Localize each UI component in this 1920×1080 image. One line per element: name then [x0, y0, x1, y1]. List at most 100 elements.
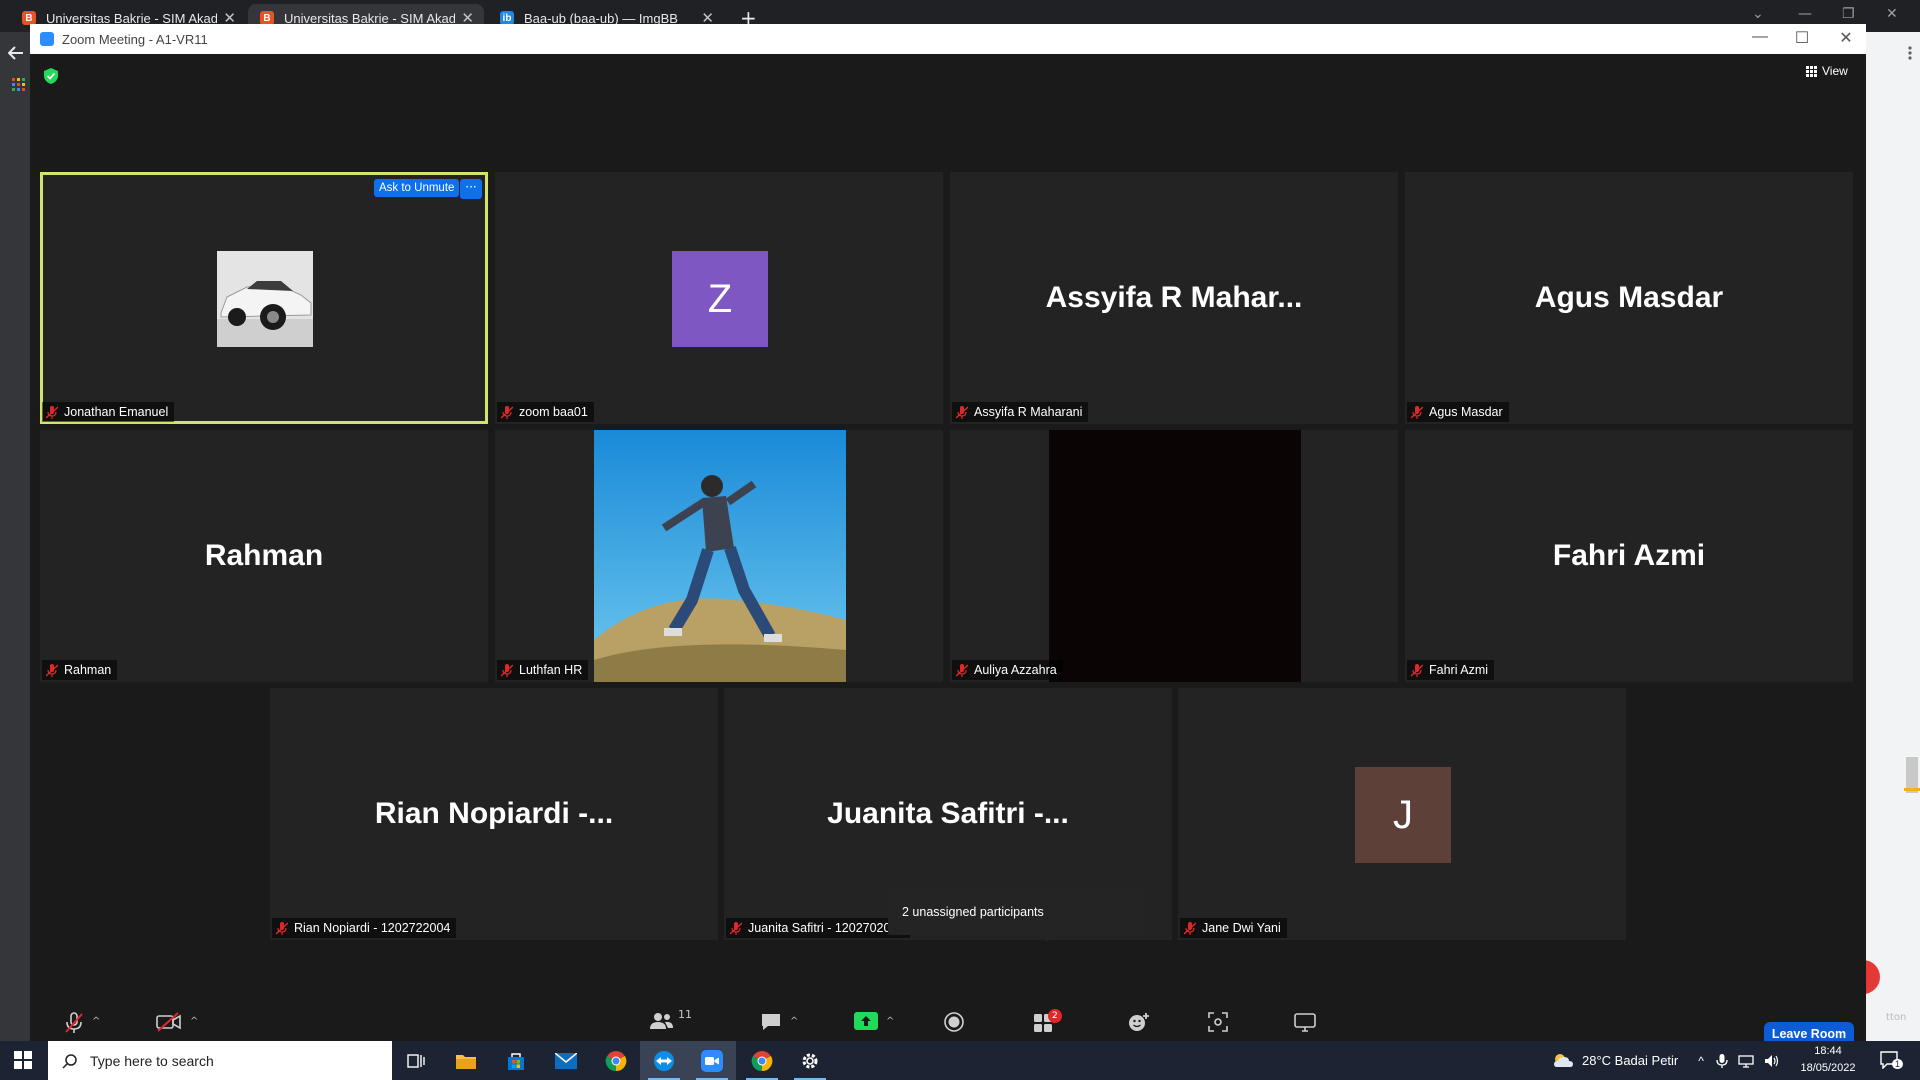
- focus-icon: [1208, 1012, 1228, 1032]
- share-options-chevron-icon[interactable]: ^: [886, 1016, 894, 1027]
- search-icon: [62, 1053, 77, 1069]
- page-scrollbar-area: [1866, 32, 1920, 1042]
- muted-mic-icon: [1411, 663, 1423, 677]
- browser-close-icon[interactable]: ✕: [1886, 6, 1898, 22]
- start-video-button[interactable]: ^: [156, 1012, 198, 1036]
- weather-text[interactable]: 28°C Badai Petir: [1582, 1053, 1678, 1068]
- participants-button[interactable]: 11: [650, 1008, 692, 1036]
- video-off-icon: [156, 1012, 181, 1032]
- participant-tile-jonathan[interactable]: Ask to Unmute ··· Jonathan Emanuel: [40, 172, 488, 424]
- chat-button[interactable]: ^: [760, 1012, 798, 1036]
- whiteboard-icon: [1294, 1013, 1316, 1032]
- participant-nametag: Juanita Safitri - 1202702004: [726, 918, 911, 938]
- microphone-icon[interactable]: [1716, 1053, 1728, 1069]
- weather-cloud-icon[interactable]: [1552, 1052, 1574, 1070]
- muted-mic-icon: [956, 663, 968, 677]
- participants-icon: [650, 1013, 673, 1029]
- clock-date: 18/05/2022: [1800, 1062, 1856, 1074]
- audio-options-chevron-icon[interactable]: ^: [92, 1016, 100, 1027]
- participant-nametag: Jane Dwi Yani: [1180, 918, 1287, 938]
- muted-mic-icon: [501, 405, 513, 419]
- participant-name: Agus Masdar: [1429, 405, 1503, 419]
- reactions-button[interactable]: [1128, 1012, 1150, 1036]
- system-tray: 28°C Badai Petir ^: [1552, 1041, 1780, 1080]
- settings-gear-icon[interactable]: [786, 1041, 834, 1080]
- network-icon[interactable]: [1738, 1054, 1754, 1068]
- muted-mic-icon: [46, 663, 58, 677]
- participant-video-dark: [1049, 430, 1301, 682]
- file-explorer-icon[interactable]: [442, 1041, 490, 1080]
- volume-icon[interactable]: [1764, 1054, 1780, 1068]
- muted-mic-icon: [46, 405, 58, 419]
- zoom-app-icon[interactable]: [688, 1041, 736, 1080]
- participant-video-picture: [594, 430, 846, 682]
- microsoft-store-icon[interactable]: [492, 1041, 540, 1080]
- apps-grid-icon[interactable]: [12, 78, 26, 92]
- task-view-icon[interactable]: [392, 1041, 440, 1080]
- grid-view-icon: [1806, 65, 1817, 77]
- more-options-button[interactable]: ···: [460, 179, 482, 199]
- teamviewer-icon[interactable]: [640, 1041, 688, 1080]
- chat-options-chevron-icon[interactable]: ^: [790, 1016, 798, 1027]
- participant-name: Jane Dwi Yani: [1202, 921, 1281, 935]
- participant-tile-rian[interactable]: Rian Nopiardi -... Rian Nopiardi - 12027…: [270, 688, 718, 940]
- participant-display-name: Rian Nopiardi -...: [374, 797, 614, 830]
- browser-restore-icon[interactable]: ❐: [1842, 6, 1855, 22]
- participant-tile-assyifa[interactable]: Assyifa R Mahar... Assyifa R Maharani: [950, 172, 1398, 424]
- unassigned-participants-tooltip: 2 unassigned participants: [888, 889, 1144, 935]
- participant-tile-luthfan[interactable]: Luthfan HR: [495, 430, 943, 682]
- participant-display-name: Assyifa R Mahar...: [1045, 281, 1303, 314]
- apps-button[interactable]: 2: [1034, 1009, 1070, 1036]
- taskbar-search-box[interactable]: Type here to search: [48, 1041, 392, 1080]
- focus-mode-button[interactable]: [1208, 1012, 1228, 1036]
- browser-minimize-icon[interactable]: —: [1798, 6, 1812, 22]
- participants-count: 11: [678, 1008, 692, 1021]
- participant-avatar: Z: [672, 251, 768, 347]
- back-arrow-icon[interactable]: [8, 46, 24, 60]
- whiteboard-button[interactable]: [1294, 1012, 1316, 1036]
- record-icon: [944, 1012, 964, 1032]
- view-label: View: [1822, 64, 1848, 78]
- mail-icon[interactable]: [542, 1041, 590, 1080]
- participant-avatar: J: [1355, 767, 1451, 863]
- system-clock[interactable]: 18:44 18/05/2022: [1800, 1043, 1856, 1077]
- close-icon[interactable]: ✕: [1826, 28, 1866, 48]
- participant-tile-agus[interactable]: Agus Masdar Agus Masdar: [1405, 172, 1853, 424]
- chrome-icon[interactable]: [592, 1041, 640, 1080]
- muted-mic-icon: [1184, 921, 1196, 935]
- notification-center-icon[interactable]: 1: [1880, 1051, 1904, 1074]
- muted-mic-icon: [65, 1012, 83, 1033]
- ask-to-unmute-button[interactable]: Ask to Unmute: [374, 179, 460, 197]
- participant-name: Rian Nopiardi - 1202722004: [294, 921, 451, 935]
- reaction-emoji-icon: [1129, 1013, 1149, 1031]
- participant-nametag: Auliya Azzahra: [952, 660, 1063, 680]
- unmute-button[interactable]: ^: [64, 1012, 100, 1036]
- record-button[interactable]: [944, 1012, 964, 1036]
- participant-nametag: zoom baa01: [497, 402, 594, 422]
- participant-tile-fahri[interactable]: Fahri Azmi Fahri Azmi: [1405, 430, 1853, 682]
- participant-nametag: Agus Masdar: [1407, 402, 1509, 422]
- chrome-profile-icon[interactable]: [738, 1041, 786, 1080]
- windows-start-icon[interactable]: [14, 1051, 32, 1069]
- tab-search-icon[interactable]: ⌄: [1752, 6, 1764, 22]
- minimize-icon[interactable]: —: [1740, 28, 1780, 46]
- tooltip-arrow: [1040, 935, 1054, 942]
- participant-nametag: Rian Nopiardi - 1202722004: [272, 918, 457, 938]
- participant-tile-auliya[interactable]: Auliya Azzahra: [950, 430, 1398, 682]
- maximize-icon[interactable]: ☐: [1782, 28, 1822, 48]
- participant-tile-jane[interactable]: J Jane Dwi Yani: [1178, 688, 1626, 940]
- view-button[interactable]: View: [1806, 64, 1848, 78]
- show-hidden-icons-chevron-icon[interactable]: ^: [1698, 1054, 1704, 1068]
- share-screen-button[interactable]: ^: [854, 1012, 894, 1036]
- participant-name: Fahri Azmi: [1429, 663, 1489, 677]
- video-options-chevron-icon[interactable]: ^: [190, 1016, 198, 1027]
- kebab-menu-icon[interactable]: [1904, 46, 1916, 60]
- participant-tile-zoom-baa01[interactable]: Z zoom baa01: [495, 172, 943, 424]
- encryption-shield-icon[interactable]: [44, 68, 58, 84]
- participant-name: Juanita Safitri - 1202702004: [748, 921, 905, 935]
- apps-badge: 2: [1048, 1009, 1062, 1023]
- imgbb-favicon-icon: ib: [500, 11, 514, 25]
- participant-tile-rahman[interactable]: Rahman Rahman: [40, 430, 488, 682]
- participant-display-name: Agus Masdar: [1534, 281, 1724, 314]
- muted-mic-icon: [501, 663, 513, 677]
